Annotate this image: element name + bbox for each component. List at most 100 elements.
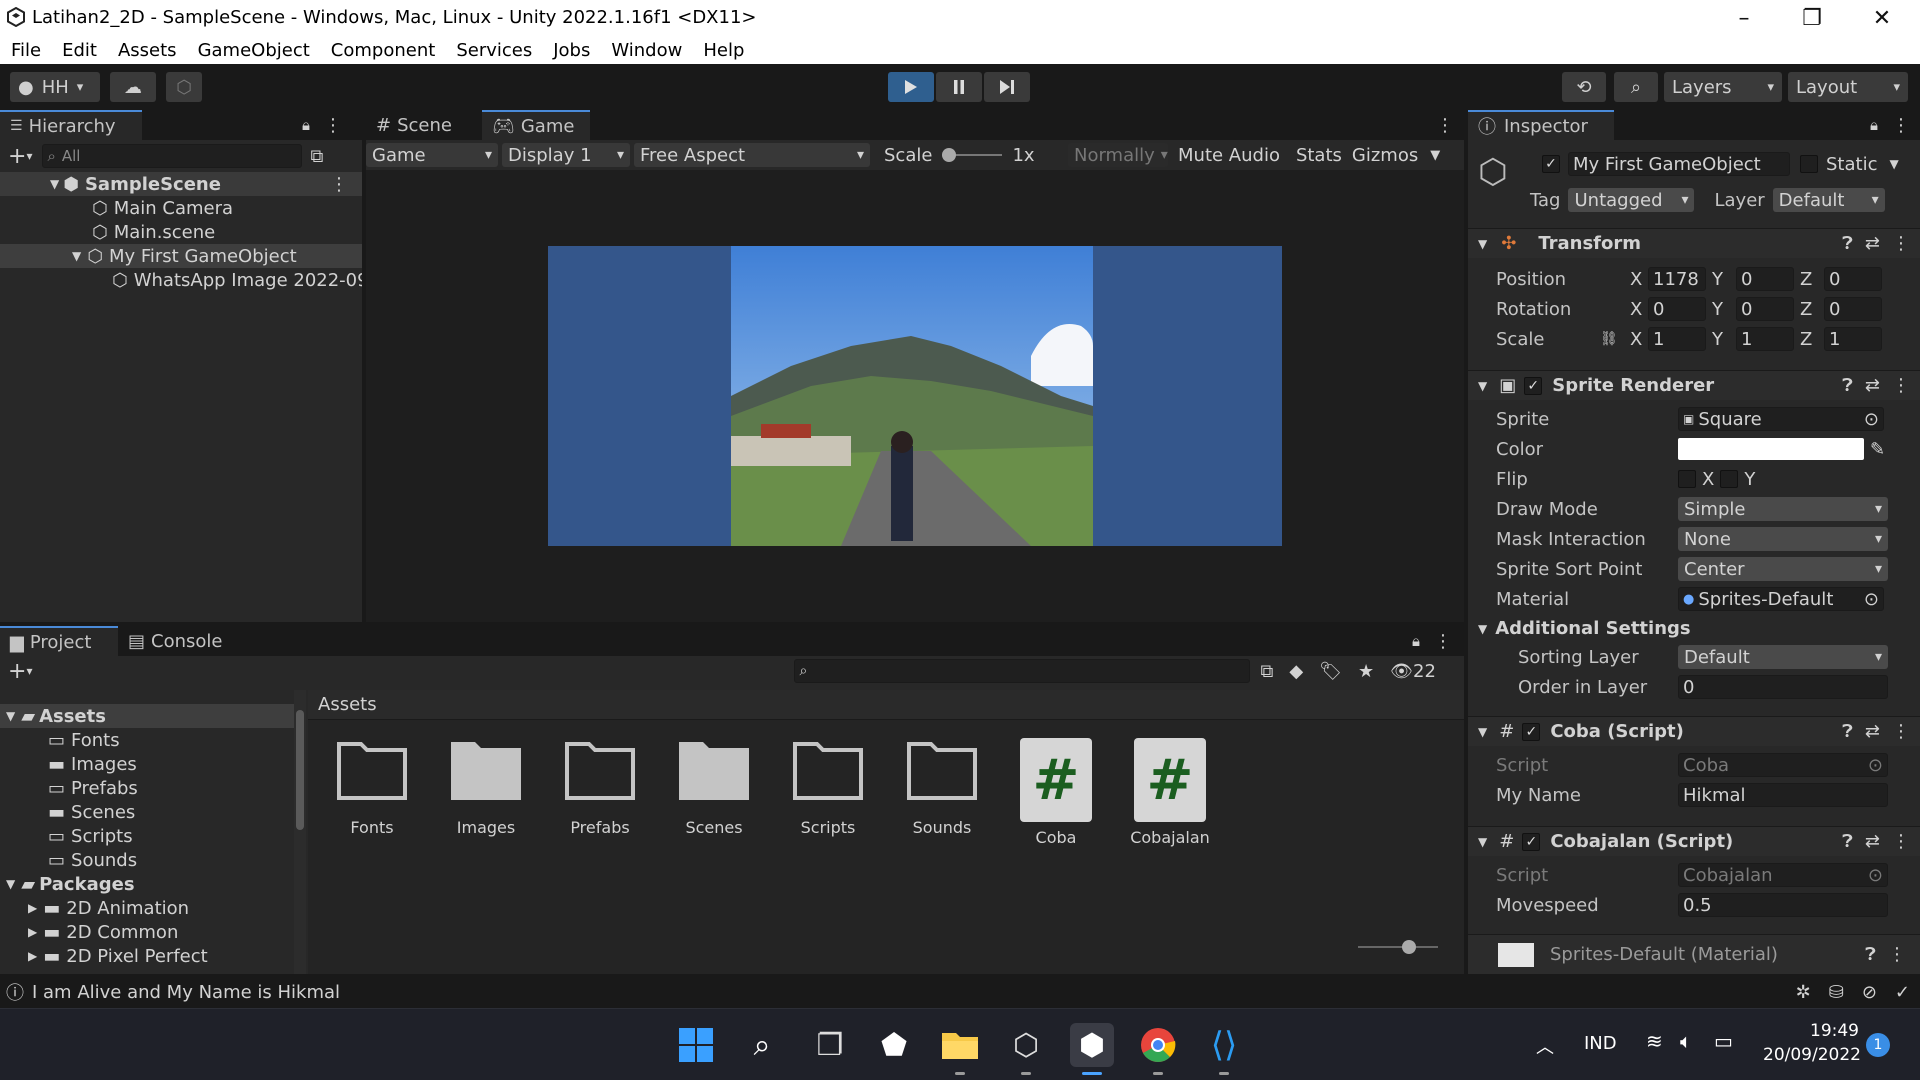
chevron-up-icon[interactable]: ︿ [1536, 1033, 1554, 1059]
widgets-icon[interactable]: ⬟ [872, 1023, 916, 1067]
preset-icon[interactable]: ⇄ [1865, 721, 1880, 742]
help-icon[interactable]: ❓︎ [1842, 233, 1853, 254]
menu-services[interactable]: Services [456, 40, 532, 61]
movespeed-field[interactable]: 0.5 [1678, 893, 1888, 917]
cache-icon[interactable]: ⛁ [1829, 982, 1844, 1003]
auto-generate-icon[interactable]: ⊘ [1862, 982, 1877, 1003]
coba-script-header[interactable]: ▼ # ✓ Coba (Script) ❓︎ ⇄ ⋮ [1468, 716, 1920, 746]
close-icon[interactable]: ✕ [1854, 0, 1910, 36]
scene-menu-icon[interactable]: ⋮ [330, 174, 348, 195]
hierarchy-item-selected[interactable]: ▼ ⬡ My First GameObject [0, 244, 362, 268]
clock-time[interactable]: 19:49 [1810, 1021, 1859, 1041]
mask-dropdown[interactable]: None [1678, 527, 1888, 551]
help-icon[interactable]: ❓︎ [1842, 721, 1853, 742]
lock-icon[interactable]: 🔒︎ [1870, 116, 1878, 134]
layer-dropdown[interactable]: Default [1772, 188, 1885, 212]
asset-item[interactable]: Scripts [778, 738, 878, 837]
menu-edit[interactable]: Edit [62, 40, 97, 61]
sprite-renderer-checkbox[interactable]: ✓ [1524, 376, 1543, 395]
preset-icon[interactable]: ⇄ [1865, 233, 1880, 254]
sort-point-dropdown[interactable]: Center [1678, 557, 1888, 581]
add-icon[interactable]: + [8, 144, 26, 169]
tree-item[interactable]: ▼ ▰ Packages [0, 872, 296, 896]
help-icon[interactable]: ❓︎ [1842, 831, 1853, 852]
asset-item[interactable]: Scenes [664, 738, 764, 837]
scale-x-field[interactable]: 1 [1648, 327, 1706, 351]
tab-project[interactable]: ▆ Project [0, 626, 118, 656]
hierarchy-search-input[interactable]: ⌕ All [42, 144, 303, 168]
object-picker-icon[interactable]: ⊙ [1864, 409, 1879, 430]
label-icon[interactable]: 🏷︎ [1319, 661, 1342, 682]
my-name-field[interactable]: Hikmal [1678, 783, 1888, 807]
position-x-field[interactable]: 1178 [1648, 267, 1706, 291]
coba-checkbox[interactable]: ✓ [1522, 722, 1541, 741]
lock-icon[interactable]: 🔒︎ [302, 116, 310, 134]
sprite-field[interactable]: ▣ Square ⊙ [1678, 407, 1884, 431]
battery-icon[interactable]: ▭ [1714, 1029, 1733, 1053]
notification-badge[interactable]: 1 [1866, 1033, 1890, 1057]
hierarchy-item[interactable]: ⬡ WhatsApp Image 2022-09 [0, 268, 362, 292]
account-button[interactable]: ● HH ▾ [10, 72, 100, 102]
rotation-y-field[interactable]: 0 [1736, 297, 1794, 321]
static-dropdown-icon[interactable]: ▼ [1889, 157, 1898, 171]
layers-dropdown[interactable]: Layers ▾ [1664, 72, 1782, 102]
progress-check-icon[interactable]: ✓ [1895, 982, 1910, 1003]
asset-item[interactable]: Prefabs [550, 738, 650, 837]
tab-inspector[interactable]: ⓘ Inspector [1468, 110, 1614, 140]
menu-jobs[interactable]: Jobs [553, 40, 590, 61]
tree-item[interactable]: ▼ ▰ Assets [0, 704, 296, 728]
component-menu-icon[interactable]: ⋮ [1892, 233, 1910, 254]
add-icon[interactable]: + [8, 659, 26, 684]
tree-item[interactable]: ▭ Fonts [0, 728, 296, 752]
component-menu-icon[interactable]: ⋮ [1892, 375, 1910, 396]
cobajalan-checkbox[interactable]: ✓ [1522, 832, 1541, 851]
step-button[interactable] [984, 72, 1030, 102]
sprite-renderer-header[interactable]: ▼ ▣ ✓ Sprite Renderer ❓︎ ⇄ ⋮ [1468, 370, 1920, 400]
tab-scene[interactable]: # Scene [366, 110, 482, 140]
search-options-icon[interactable]: ⧉ [1260, 661, 1273, 682]
collab-icon[interactable]: ⬡ [166, 72, 202, 102]
help-icon[interactable]: ❓︎ [1842, 375, 1853, 396]
additional-settings-foldout[interactable]: ▼ Additional Settings [1478, 618, 1691, 639]
clock-date[interactable]: 20/09/2022 [1763, 1045, 1861, 1065]
static-checkbox[interactable] [1800, 155, 1818, 173]
sorting-layer-dropdown[interactable]: Default [1678, 645, 1888, 669]
asset-item[interactable]: Images [436, 738, 536, 837]
menu-assets[interactable]: Assets [118, 40, 177, 61]
asset-item[interactable]: # Coba [1006, 738, 1106, 847]
search-icon[interactable]: ⌕ [740, 1023, 784, 1067]
tree-item[interactable]: ▭ Sounds [0, 848, 296, 872]
menu-gameobject[interactable]: GameObject [198, 40, 310, 61]
menu-file[interactable]: File [11, 40, 41, 61]
active-checkbox[interactable]: ✓ [1542, 155, 1560, 173]
preset-icon[interactable]: ⇄ [1865, 375, 1880, 396]
transform-header[interactable]: ▼ ✣ Transform ❓︎ ⇄ ⋮ [1468, 228, 1920, 258]
filter-type-icon[interactable]: ◆ [1289, 661, 1303, 682]
minimize-icon[interactable]: – [1716, 0, 1772, 36]
cloud-icon[interactable]: ☁ [110, 72, 156, 102]
tab-console[interactable]: ▤ Console [118, 626, 236, 656]
material-preview-header[interactable]: Sprites-Default (Material) ❓︎ ⋮ [1468, 934, 1920, 974]
gizmos-button[interactable]: Gizmos [1352, 145, 1418, 166]
volume-icon[interactable]: 🔈︎ [1680, 1029, 1692, 1053]
tag-dropdown[interactable]: Untagged [1568, 188, 1695, 212]
gizmos-dropdown-icon[interactable]: ▼ [1430, 148, 1440, 163]
flip-y-checkbox[interactable] [1720, 470, 1739, 488]
object-name-field[interactable]: My First GameObject [1568, 152, 1790, 176]
menu-component[interactable]: Component [331, 40, 436, 61]
kebab-icon[interactable]: ⋮ [1892, 115, 1910, 136]
scene-row[interactable]: ▼ ⬢ SampleScene ⋮ [0, 172, 362, 196]
windows-start-icon[interactable] [674, 1023, 718, 1067]
search-icon[interactable]: ⌕ [1614, 72, 1658, 102]
object-picker-icon[interactable]: ⊙ [1864, 589, 1879, 610]
rotation-x-field[interactable]: 0 [1648, 297, 1706, 321]
tree-item[interactable]: ▶ ▬ 2D Animation [0, 896, 296, 920]
preset-icon[interactable]: ⇄ [1865, 831, 1880, 852]
kebab-icon[interactable]: ⋮ [1434, 631, 1452, 652]
flip-x-checkbox[interactable] [1678, 470, 1696, 488]
project-search-input[interactable]: ⌕ [794, 659, 1251, 683]
pause-button[interactable] [936, 72, 982, 102]
tab-game[interactable]: 🎮︎ Game [482, 110, 590, 140]
normally-dropdown[interactable]: Normally [1068, 143, 1168, 167]
filter-icon[interactable]: ⧉ [310, 146, 323, 167]
